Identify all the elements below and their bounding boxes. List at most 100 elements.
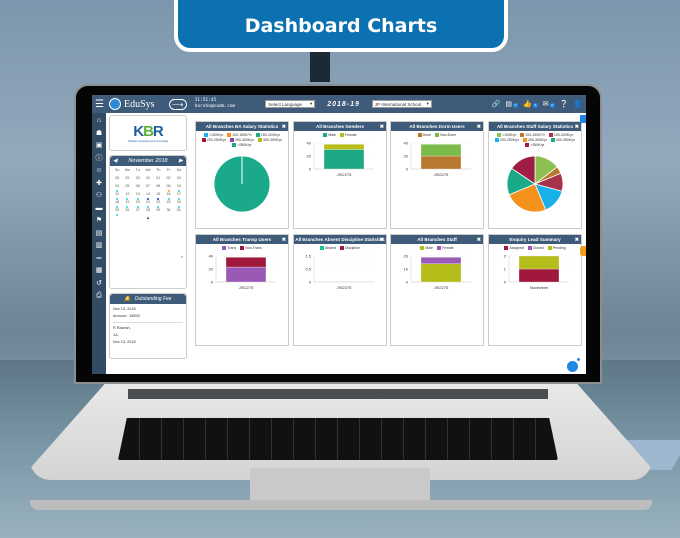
legend-item[interactable]: Dorm — [417, 133, 431, 137]
calendar-day[interactable]: 31 — [143, 176, 153, 183]
legend-item[interactable]: 100-150K/Yr — [227, 133, 252, 137]
calendar-day[interactable]: 06 — [133, 184, 143, 191]
legend-item[interactable]: Pending — [547, 246, 566, 250]
user-icon[interactable]: ☺ — [95, 165, 102, 178]
calendar-day[interactable]: 23 — [163, 200, 173, 207]
calendar-day[interactable]: 03 — [174, 176, 184, 183]
calendar-day[interactable]: 16 — [163, 192, 173, 200]
calendar-day[interactable]: 11 — [112, 192, 122, 200]
book-icon[interactable]: ▥ — [96, 240, 103, 253]
monitor-icon[interactable]: ▣ — [96, 140, 103, 153]
calendar-day[interactable]: 19 — [122, 200, 132, 208]
prev-month-icon[interactable]: ◀ — [113, 158, 117, 164]
legend-item[interactable]: 200-250K/yr — [494, 138, 519, 142]
legend-item[interactable]: Absent — [320, 246, 336, 250]
next-month-icon[interactable]: ▶ — [179, 158, 183, 164]
close-icon[interactable]: ✖ — [380, 237, 384, 243]
calendar-day[interactable]: 18 — [112, 200, 122, 208]
help-icon[interactable]: ❔ — [560, 100, 569, 108]
legend-item[interactable]: <100K/yr — [497, 133, 516, 137]
close-icon[interactable]: ✖ — [477, 124, 481, 130]
calendar-day[interactable]: 15 — [153, 192, 163, 200]
legend-item[interactable]: Assigned — [504, 246, 524, 250]
thumbs-up-icon[interactable]: 👍 0 — [523, 100, 538, 108]
print-icon[interactable]: ⎙ — [96, 290, 102, 303]
calendar-day[interactable]: 21 — [143, 200, 153, 208]
link-icon[interactable]: 🔗 — [492, 100, 501, 108]
calendar-day[interactable]: 27 — [133, 208, 143, 215]
hamburger-menu-icon[interactable]: ☰ — [95, 99, 105, 110]
legend-item[interactable]: 100-150K/Yr — [520, 133, 545, 137]
language-select[interactable]: Select Language ▾ — [265, 100, 316, 108]
card-icon[interactable]: ▬ — [96, 203, 103, 216]
calendar-day[interactable]: 17 — [174, 192, 184, 200]
collapse-chevron-icon[interactable]: ⌃ — [110, 256, 186, 262]
arrow-right-button[interactable]: ⟶ — [168, 98, 187, 110]
close-icon[interactable]: ✖ — [282, 124, 286, 130]
legend-item[interactable]: Non-Dorm — [435, 133, 456, 137]
legend-item[interactable]: 250-300K/yr — [229, 138, 254, 142]
legend-item[interactable]: >350K/yr — [232, 143, 252, 147]
user-add-icon[interactable]: ✚ — [96, 178, 102, 191]
calendar-day[interactable]: 02 — [163, 176, 173, 183]
legend-item[interactable]: 150-200K/yr — [548, 133, 573, 137]
legend-item[interactable]: 300-350K/yr — [258, 138, 282, 142]
calendar-day[interactable]: 28 — [112, 176, 122, 183]
home-icon[interactable]: ⌂ — [97, 115, 101, 128]
calendar-day[interactable]: 30 — [133, 176, 143, 183]
side-toggle-tab[interactable] — [580, 246, 586, 256]
close-icon[interactable]: ✖ — [575, 237, 579, 243]
legend-item[interactable]: Female — [339, 133, 357, 137]
legend-item[interactable]: 250-300K/yr — [522, 138, 547, 142]
legend-item[interactable]: Female — [436, 246, 454, 250]
calendar-day[interactable]: 26 — [122, 208, 132, 215]
calendar-day[interactable]: 05 — [122, 184, 132, 191]
close-icon[interactable]: ✖ — [380, 124, 384, 130]
bed-icon[interactable]: ═ — [97, 253, 102, 266]
app-logo[interactable]: EduSys — [109, 98, 155, 110]
legend-item[interactable]: 150-200K/yr — [255, 133, 280, 137]
flag-icon[interactable]: ⚑ — [96, 215, 102, 228]
document-icon[interactable]: ▤ — [96, 228, 103, 241]
legend-item[interactable]: 300-350K/yr — [551, 138, 575, 142]
calendar-expand-icon[interactable]: ▲ — [110, 215, 186, 220]
mail-icon[interactable]: ✉ 0 — [543, 100, 555, 108]
messages-icon[interactable]: ▤ 0 — [505, 100, 518, 108]
bus-icon[interactable]: ▦ — [96, 265, 103, 278]
user-profile-icon[interactable]: 👤 — [573, 100, 582, 108]
history-icon[interactable]: ↺ — [96, 278, 102, 291]
calendar-day[interactable]: 30 — [163, 208, 173, 215]
calendar-day[interactable]: 29 — [153, 208, 163, 215]
calendar-day[interactable]: 14 — [143, 192, 153, 200]
school-select[interactable]: JP International School ▾ — [371, 100, 432, 108]
calendar-day[interactable]: 08 — [153, 184, 163, 191]
legend-item[interactable]: Closed — [527, 246, 544, 250]
close-icon[interactable]: ✖ — [575, 124, 579, 130]
calendar-day[interactable]: 12 — [122, 192, 132, 200]
legend-item[interactable]: Trans — [222, 246, 236, 250]
calendar-day[interactable]: 29 — [122, 176, 132, 183]
calendar-day[interactable]: 10 — [174, 184, 184, 192]
calendar-day[interactable]: 22 — [153, 200, 163, 208]
close-icon[interactable]: ✖ — [282, 237, 286, 243]
legend-item[interactable]: Male — [420, 246, 433, 250]
legend-item[interactable]: <100K/yr — [204, 133, 223, 137]
legend-item[interactable]: 200-250K/yr — [201, 138, 226, 142]
bank-icon[interactable]: ☗ — [96, 128, 102, 141]
calendar-day[interactable]: 01 — [174, 208, 184, 215]
calendar-day[interactable]: 20 — [133, 200, 143, 208]
legend-item[interactable]: >350K/yr — [525, 143, 545, 147]
calendar-day[interactable]: 01 — [153, 176, 163, 183]
legend-item[interactable]: Male — [323, 133, 336, 137]
calendar-day[interactable]: 09 — [163, 184, 173, 192]
legend-item[interactable]: Discipline — [339, 246, 360, 250]
calendar-day[interactable]: 28 — [143, 208, 153, 215]
calendar-day[interactable]: 07 — [143, 184, 153, 191]
close-icon[interactable]: ✖ — [477, 237, 481, 243]
calendar-day[interactable]: 13 — [133, 192, 143, 200]
settings-tab[interactable] — [580, 115, 586, 123]
calendar-day[interactable]: 25 — [112, 208, 122, 216]
calendar-day[interactable]: 04 — [112, 184, 122, 192]
legend-item[interactable]: Non-Trans — [240, 246, 262, 250]
group-icon[interactable]: ⚇ — [96, 190, 102, 203]
